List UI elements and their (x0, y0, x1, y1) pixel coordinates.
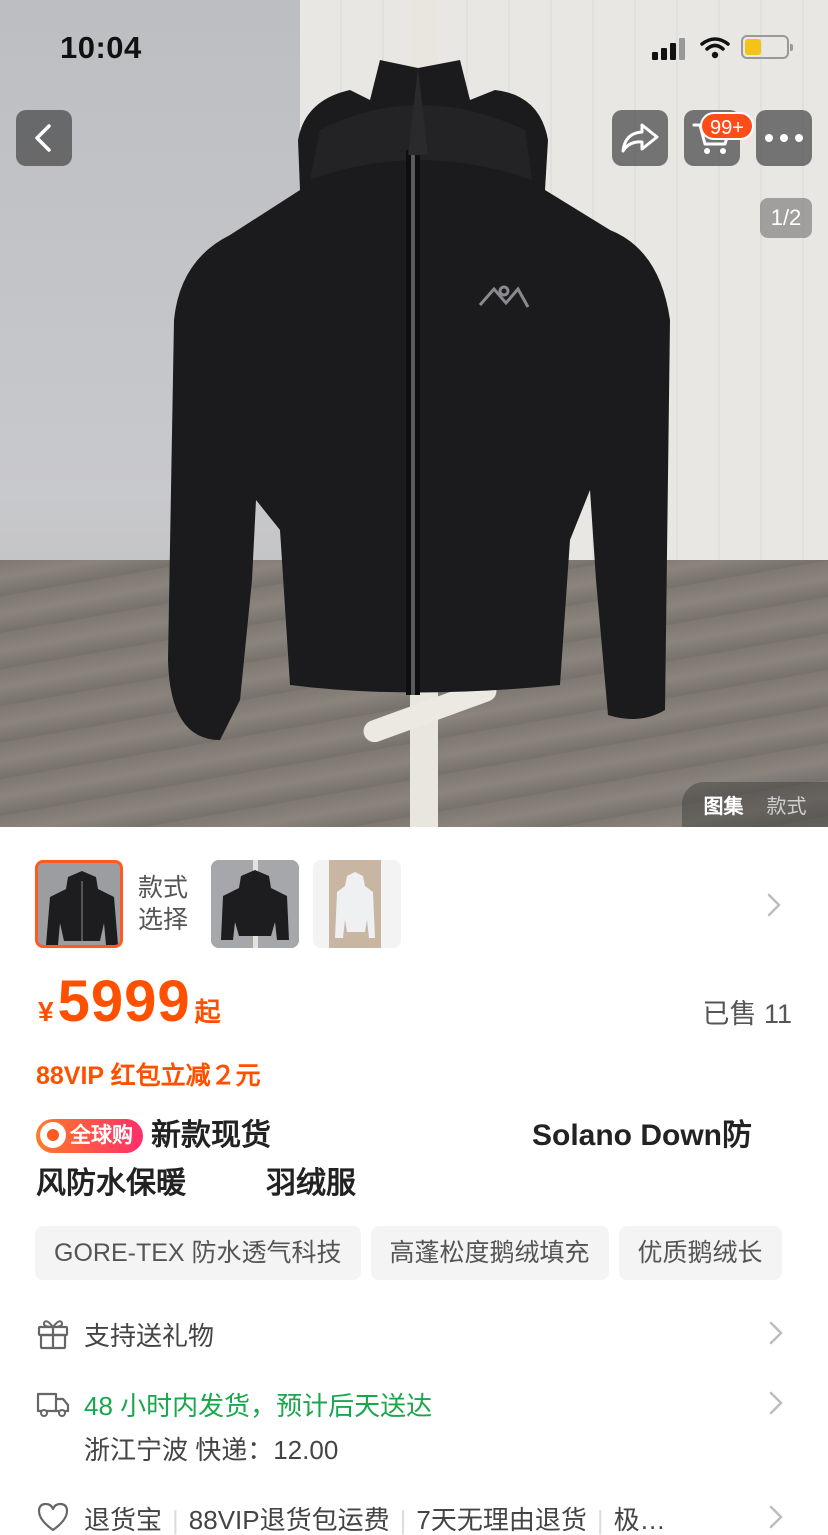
gift-row[interactable]: 支持送礼物 (36, 1316, 796, 1352)
share-button[interactable] (612, 110, 668, 166)
style-select-label: 款式 选择 (138, 872, 188, 936)
sold-count: 已售 11 (702, 999, 792, 1029)
title-part-3: 风防水保暖 (36, 1167, 186, 1200)
feature-tags: GORE-TEX 防水透气科技 高蓬松度鹅绒填充 优质鹅绒长 (35, 1226, 828, 1280)
style-thumbnail-selected[interactable] (35, 860, 123, 948)
chevron-right-icon (769, 1505, 783, 1529)
product-image[interactable]: 10:04 99+ 1/2 图集 款式 (0, 0, 828, 827)
tab-styles[interactable]: 款式 (767, 790, 807, 819)
status-time: 10:04 (60, 30, 142, 65)
delivery-origin-fee: 浙江宁波 快递：12.00 (84, 1435, 339, 1465)
vip-promo[interactable]: 88VIP 红包立减２元 (36, 1056, 261, 1092)
jacket-thumbnail-icon (211, 860, 299, 948)
truck-icon (36, 1392, 70, 1417)
more-button[interactable] (756, 110, 812, 166)
heart-shield-icon (37, 1502, 69, 1532)
returns-item: 极… (613, 1505, 666, 1535)
price-currency: ¥ (38, 996, 54, 1027)
feature-tag: 高蓬松度鹅绒填充 (370, 1226, 609, 1280)
delivery-eta: 48 小时内发货，预计后天送达 (84, 1391, 433, 1421)
jacket-illustration (168, 60, 670, 740)
feature-tag: GORE-TEX 防水透气科技 (35, 1226, 361, 1280)
wifi-icon (700, 37, 730, 59)
back-button[interactable] (16, 110, 72, 166)
image-page-indicator: 1/2 (760, 198, 812, 238)
price: ¥ 5999 起 (38, 968, 221, 1035)
style-label-line2: 选择 (138, 906, 189, 934)
style-thumbnail-white[interactable] (313, 860, 401, 948)
returns-row[interactable]: 退货宝 | 88VIP退货包运费 | 7天无理由退货 | 极… (36, 1500, 796, 1535)
chevron-right-icon (769, 1391, 783, 1415)
product-title: 全球购 新款现货 Solano Down防 风防水保暖 羽绒服 (36, 1114, 796, 1206)
returns-item: 7天无理由退货 (416, 1505, 587, 1535)
style-selector[interactable]: 款式 选择 (0, 860, 828, 950)
title-part-1: 新款现货 (151, 1119, 271, 1152)
status-bar: 10:04 (0, 0, 828, 96)
global-badge-icon (40, 1122, 66, 1148)
returns-features: 退货宝 | 88VIP退货包运费 | 7天无理由退货 | 极… (84, 1505, 666, 1535)
chevron-right-icon (767, 893, 781, 917)
battery-icon (741, 35, 793, 59)
signal-icon (652, 38, 686, 60)
price-amount: 5999 (57, 969, 191, 1034)
delivery-row[interactable]: 48 小时内发货，预计后天送达 浙江宁波 快递：12.00 (36, 1386, 796, 1466)
global-purchase-badge: 全球购 (36, 1119, 143, 1153)
style-label-line1: 款式 (138, 874, 189, 902)
global-badge-label: 全球购 (70, 1124, 133, 1147)
share-icon (621, 123, 659, 153)
cart-count-badge: 99+ (700, 112, 754, 140)
jacket-thumbnail-icon (313, 860, 401, 948)
returns-item: 88VIP退货包运费 (188, 1505, 390, 1535)
feature-tag: 优质鹅绒长 (618, 1226, 782, 1280)
price-suffix: 起 (194, 997, 221, 1027)
title-part-2: Solano Down防 (532, 1119, 752, 1152)
gallery-switch[interactable]: 图集 款式 (682, 782, 828, 827)
gift-icon (37, 1320, 69, 1350)
jacket-thumbnail-icon (38, 863, 120, 945)
chevron-left-icon (35, 124, 51, 152)
returns-item: 退货宝 (84, 1505, 163, 1535)
more-dots-icon (765, 134, 803, 142)
tab-gallery[interactable]: 图集 (704, 790, 744, 819)
title-part-4: 羽绒服 (266, 1167, 356, 1200)
gift-label: 支持送礼物 (84, 1321, 215, 1351)
chevron-right-icon (769, 1321, 783, 1345)
style-thumbnail-black[interactable] (211, 860, 299, 948)
